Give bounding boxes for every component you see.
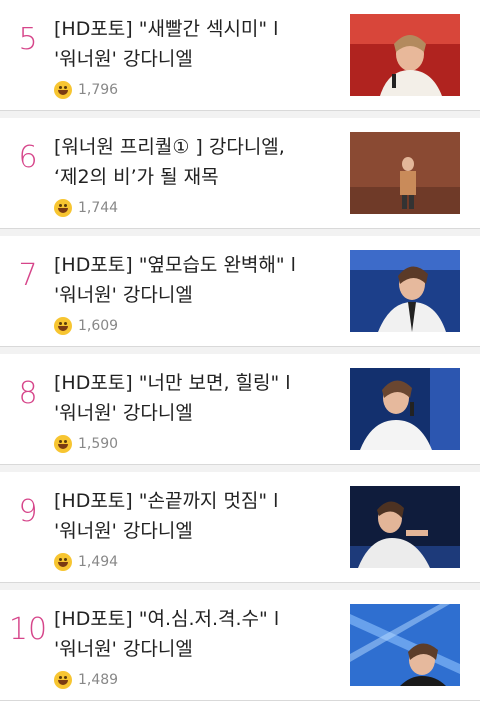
smile-emoji-icon [54,317,72,335]
article-row[interactable]: 7 [HD포토] "옆모습도 완벽해" l '워너원' 강다니엘 1,609 [0,236,480,347]
reaction-count: 1,494 [54,552,118,572]
reaction-count: 1,796 [54,80,118,100]
article-title[interactable]: [HD포토] "여.심.저.격.수" l '워너원' 강다니엘 [54,604,334,664]
view-count: 1,796 [78,82,119,98]
view-count: 1,489 [78,672,119,688]
reaction-count: 1,489 [54,670,118,690]
smile-emoji-icon [54,435,72,453]
article-row[interactable]: 9 [HD포토] "손끝까지 멋짐" l '워너원' 강다니엘 1,494 [0,472,480,583]
reaction-count: 1,590 [54,434,118,454]
article-title[interactable]: [HD포토] "너만 보면, 힐링" l '워너원' 강다니엘 [54,368,334,428]
article-row[interactable]: 8 [HD포토] "너만 보면, 힐링" l '워너원' 강다니엘 1,590 [0,354,480,465]
smile-emoji-icon [54,671,72,689]
rank-number: 7 [18,258,38,293]
article-thumbnail[interactable] [350,368,460,450]
article-thumbnail[interactable] [350,14,460,96]
view-count: 1,494 [78,554,119,570]
article-title[interactable]: [HD포토] "손끝까지 멋짐" l '워너원' 강다니엘 [54,486,334,546]
article-thumbnail[interactable] [350,486,460,568]
smile-emoji-icon [54,199,72,217]
rank-number: 5 [18,22,38,57]
article-title[interactable]: [워너원 프리퀄① ] 강다니엘, ‘제2의 비’가 될 재목 [54,132,334,192]
article-row[interactable]: 6 [워너원 프리퀄① ] 강다니엘, ‘제2의 비’가 될 재목 1,744 [0,118,480,229]
article-thumbnail[interactable] [350,604,460,686]
article-title[interactable]: [HD포토] "새빨간 섹시미" l '워너원' 강다니엘 [54,14,334,74]
rank-number: 8 [18,376,38,411]
article-row[interactable]: 10 [HD포토] "여.심.저.격.수" l '워너원' 강다니엘 1,489 [0,590,480,701]
smile-emoji-icon [54,81,72,99]
view-count: 1,609 [78,318,119,334]
article-row[interactable]: 5 [HD포토] "새빨간 섹시미" l '워너원' 강다니엘 1,796 [0,0,480,111]
reaction-count: 1,744 [54,198,118,218]
reaction-count: 1,609 [54,316,118,336]
rank-number: 10 [8,612,48,647]
rank-number: 6 [18,140,38,175]
article-thumbnail[interactable] [350,132,460,214]
view-count: 1,590 [78,436,119,452]
rank-number: 9 [18,494,38,529]
article-thumbnail[interactable] [350,250,460,332]
article-title[interactable]: [HD포토] "옆모습도 완벽해" l '워너원' 강다니엘 [54,250,334,310]
smile-emoji-icon [54,553,72,571]
view-count: 1,744 [78,200,119,216]
article-ranking-list: 5 [HD포토] "새빨간 섹시미" l '워너원' 강다니엘 1,796 6 … [0,0,480,701]
